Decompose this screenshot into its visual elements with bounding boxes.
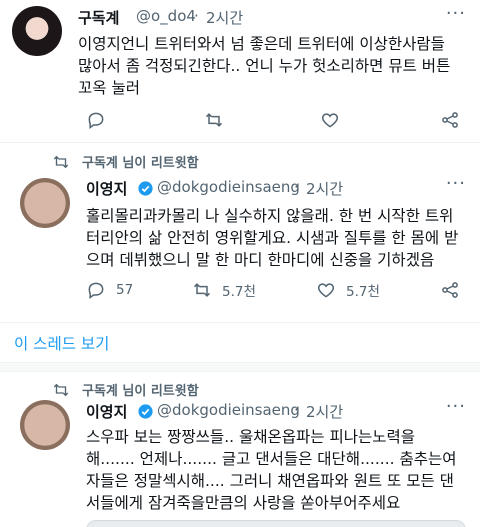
tweet-line: 자들은 정말섹시해.... 그러니 채연옵파와 원트 또 모든 댄 [86, 472, 454, 490]
retweet-icon [53, 383, 69, 396]
tweet-text: 이영지언니 트위터와서 넘 좋은데 트위터에 이상한사람들 많아서 좀 걱정되긴… [78, 33, 450, 99]
retweet-note-text: 구독계 님이 리트윗함 [82, 156, 199, 171]
tweet-line: 이영지언니 트위터와서 넘 좋은데 트위터에 이상한사람들 [78, 35, 445, 53]
like-button[interactable] [320, 110, 340, 130]
reply-button[interactable]: 57 [86, 280, 133, 300]
share-button[interactable] [440, 110, 460, 130]
share-button[interactable] [440, 280, 460, 300]
tweet-line: 서들에게 잠겨죽을만큼의 사랑을 쏟아부어주세요 [86, 494, 401, 512]
tweet-text: 스우파 보는 짱짱쓰들.. 울채온옵파는 피나는노력을 해....... 언제나… [86, 426, 457, 514]
separator-dot: · [294, 178, 299, 196]
divider [0, 322, 480, 323]
tweet-line: 으며 데뷔했으니 말 한 마디 한마디에 신중을 기하겠음 [86, 251, 435, 269]
author-handle[interactable]: @o_do4 [136, 7, 196, 25]
like-icon [321, 113, 339, 128]
tweet-text: 홀리몰리과카몰리 나 실수하지 않을래. 한 번 시작한 트위 터리안의 삶 안… [86, 205, 458, 271]
reply-count: 57 [116, 282, 134, 298]
tweet-1[interactable]: 구독계 @o_do4 · 2시간 ··· 이영지언니 트위터와서 넘 좋은데 트… [0, 0, 480, 140]
show-thread-link[interactable]: 이 스레드 보기 [14, 332, 109, 354]
share-icon [442, 282, 458, 298]
retweet-icon [205, 113, 223, 127]
more-icon[interactable]: ··· [446, 3, 466, 24]
author-name[interactable]: 구독계 [78, 7, 119, 28]
retweet-button[interactable]: 5.7천 [192, 280, 256, 300]
divider [0, 142, 480, 143]
like-count: 5.7천 [346, 284, 380, 300]
avatar[interactable] [20, 400, 70, 450]
verified-badge-icon [138, 181, 153, 196]
share-icon [442, 112, 458, 128]
retweet-note[interactable]: 구독계 님이 리트윗함 [52, 152, 199, 171]
tweet-line: 홀리몰리과카몰리 나 실수하지 않을래. 한 번 시작한 트위 [86, 207, 454, 225]
timestamp[interactable]: 2시간 [206, 7, 243, 28]
separator-dot: · [194, 7, 199, 25]
reply-icon [88, 282, 104, 299]
author-handle[interactable]: @dokgodieinsaeng [157, 178, 300, 196]
like-icon [317, 283, 335, 298]
verified-badge-icon [138, 404, 153, 419]
tweet-2[interactable]: 이영지 @dokgodieinsaeng · 2시간 ··· 홀리몰리과카몰리 … [0, 172, 480, 312]
reply-icon [88, 112, 104, 129]
tweet-3[interactable]: 이영지 @dokgodieinsaeng · 2시간 ··· 스우파 보는 짱짱… [0, 396, 480, 527]
timestamp[interactable]: 2시간 [306, 401, 343, 422]
retweet-button[interactable] [204, 110, 224, 130]
timestamp[interactable]: 2시간 [306, 178, 343, 199]
retweet-note-text: 구독계 님이 리트윗함 [82, 384, 199, 399]
more-icon[interactable]: ··· [446, 173, 466, 194]
author-name[interactable]: 이영지 [86, 401, 127, 422]
tweet-line: 해....... 언제나....... 글고 댄서들은 대단해....... 춤… [86, 450, 457, 468]
retweet-count: 5.7천 [222, 284, 256, 300]
retweet-icon [53, 155, 69, 168]
media-preview[interactable] [86, 520, 466, 527]
tweet-line: 꼬옥 눌러 [78, 79, 140, 97]
separator-dot: · [294, 401, 299, 419]
tweet-actions: 57 5.7천 5.7천 [86, 280, 466, 304]
like-button[interactable]: 5.7천 [316, 280, 380, 300]
section-gap [0, 362, 480, 372]
tweet-line: 터리안의 삶 안전히 영위할게요. 시샘과 질투를 한 몸에 받 [86, 229, 459, 247]
avatar[interactable] [12, 6, 62, 56]
avatar[interactable] [20, 178, 70, 228]
retweet-note[interactable]: 구독계 님이 리트윗함 [52, 380, 199, 399]
author-handle[interactable]: @dokgodieinsaeng [157, 401, 300, 419]
more-icon[interactable]: ··· [446, 396, 466, 417]
author-name[interactable]: 이영지 [86, 178, 127, 199]
tweet-line: 스우파 보는 짱짱쓰들.. 울채온옵파는 피나는노력을 [86, 428, 416, 446]
retweet-icon [193, 283, 211, 297]
tweet-line: 많아서 좀 걱정되긴한다.. 언니 누가 헛소리하면 뮤트 버튼 [78, 57, 451, 75]
tweet-actions [78, 110, 468, 134]
reply-button[interactable] [86, 110, 106, 130]
